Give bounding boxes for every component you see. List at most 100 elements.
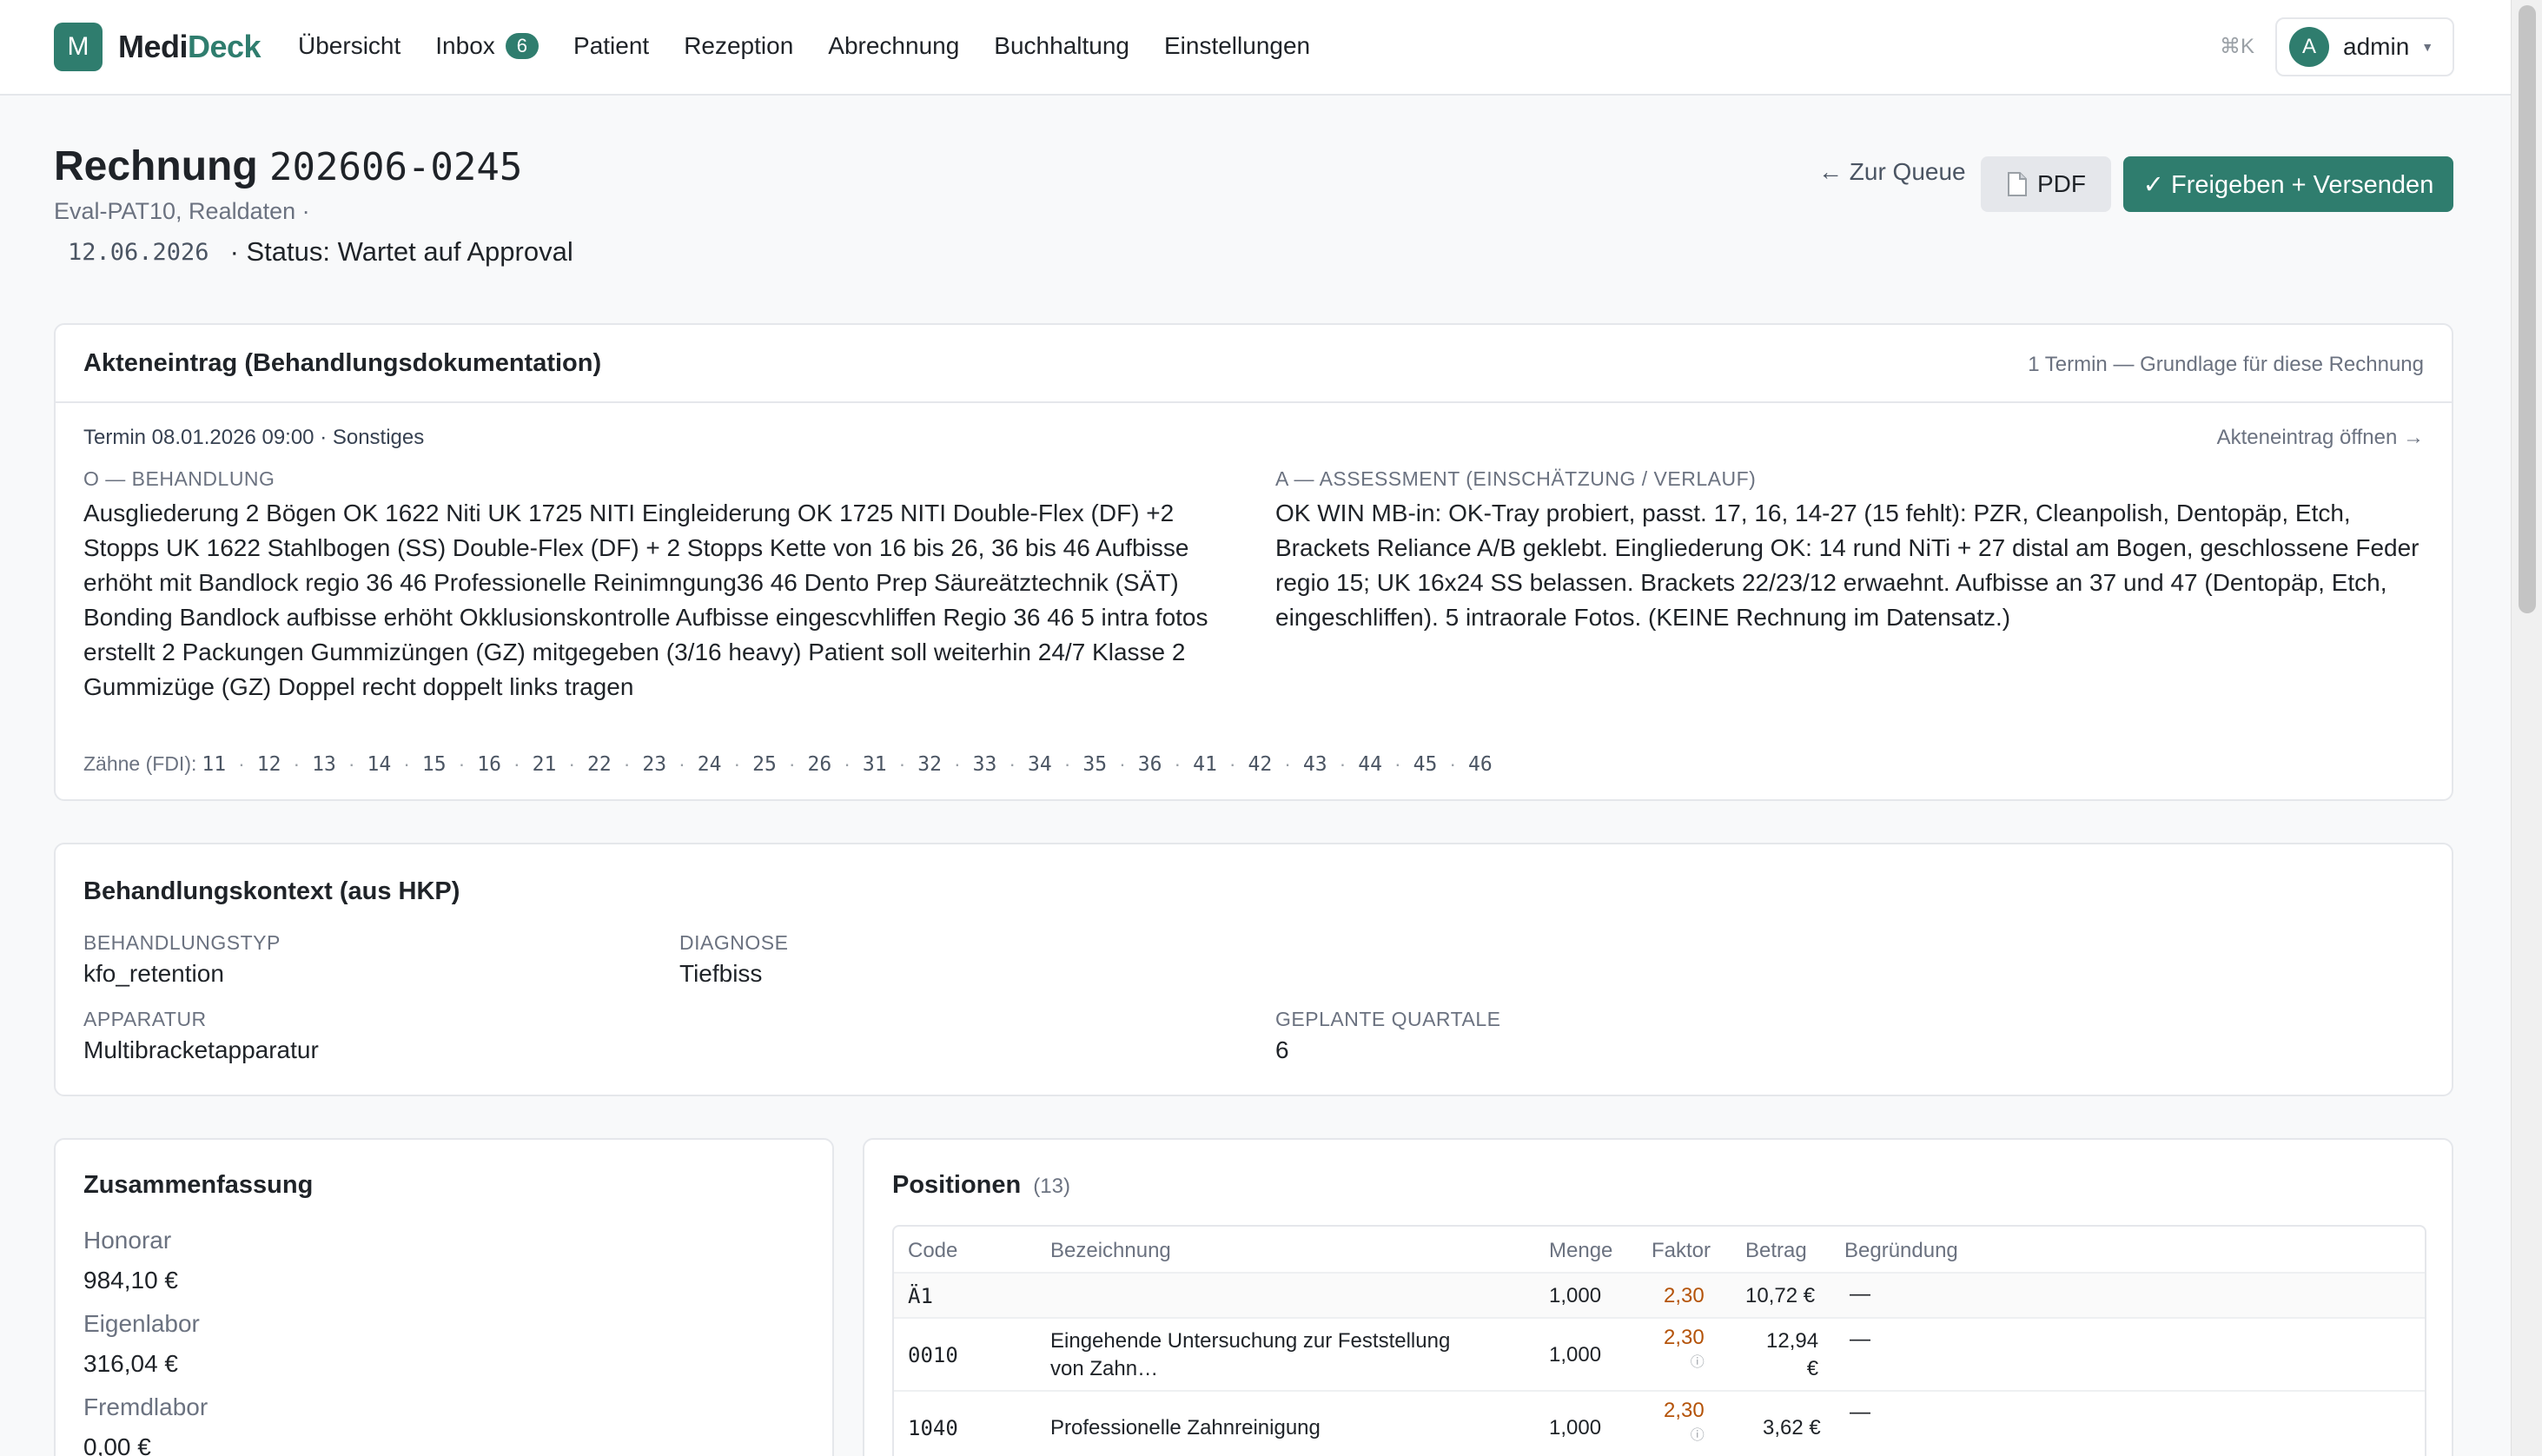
main-nav: Übersicht Inbox 6 Patient Rezeption Abre… [298, 26, 1345, 66]
info-icon[interactable]: ⓘ [1664, 1350, 1705, 1371]
column-header-faktor[interactable]: Faktor [1652, 1239, 1711, 1263]
cell-menge: 1,000 [1549, 1416, 1602, 1439]
cell-begruendung[interactable]: — [1850, 1282, 1870, 1307]
nav-item-rezeption[interactable]: Rezeption [684, 26, 793, 66]
record-entry-card: Akteneintrag (Behandlungsdokumentation) … [54, 323, 2453, 801]
cell-code: Ä1 [908, 1284, 933, 1308]
page-scrollbar[interactable] [2511, 0, 2542, 1456]
cell-faktor[interactable]: 2,30 ⓘ [1664, 1399, 1705, 1444]
tooth-number: 14 [367, 753, 392, 776]
field-label: APPARATUR [83, 1008, 207, 1030]
tooth-number: 43 [1302, 753, 1327, 776]
nav-item-inbox[interactable]: Inbox 6 [435, 26, 540, 66]
cell-code: 1040 [908, 1416, 958, 1440]
assessment-label: A — ASSESSMENT (EINSCHÄTZUNG / VERLAUF) [1275, 467, 1757, 490]
tooth-number: 42 [1248, 753, 1273, 776]
cell-begruendung[interactable]: — [1850, 1400, 1870, 1425]
tooth-separator: · [513, 752, 520, 775]
table-row[interactable]: 1040 Professionelle Zahnreinigung 1,000 … [894, 1392, 2425, 1456]
treatment-context-title: Behandlungskontext (aus HKP) [83, 877, 460, 905]
cell-faktor[interactable]: 2,30 [1664, 1284, 1705, 1308]
cell-bezeichnung-line: Eingehende Untersuchung zur Feststellung [1050, 1329, 1451, 1353]
avatar: A [2289, 27, 2329, 67]
column-header-menge[interactable]: Menge [1549, 1239, 1612, 1263]
summary-fremdlabor: Fremdlabor 0,00 € [83, 1393, 208, 1456]
record-entry-header: Akteneintrag (Behandlungsdokumentation) … [56, 325, 2452, 403]
tooth-separator: · [568, 752, 575, 775]
tooth-separator: · [1063, 752, 1071, 775]
record-entry-title: Akteneintrag (Behandlungsdokumentation) [83, 349, 602, 377]
field-value: 6 [1275, 1036, 1289, 1063]
tooth-separator: · [348, 752, 355, 775]
nav-item-inbox-label: Inbox [435, 32, 495, 59]
table-header-row: Code Bezeichnung Menge Faktor Betrag Beg… [894, 1227, 2425, 1274]
brand[interactable]: M MediDeck [54, 23, 261, 71]
tooth-separator: · [238, 752, 245, 775]
nav-item-abrechnung[interactable]: Abrechnung [828, 26, 959, 66]
cell-betrag: 10,72 € [1745, 1284, 1816, 1307]
page-title: Rechnung 202606-0245 [54, 142, 522, 190]
positions-table: Code Bezeichnung Menge Faktor Betrag Beg… [892, 1225, 2426, 1456]
brand-name: MediDeck [118, 29, 261, 65]
tooth-number: 16 [477, 753, 501, 776]
user-menu-button[interactable]: A admin ▼ [2275, 17, 2454, 76]
table-row[interactable]: Ä1 1,000 2,30 10,72 € — [894, 1274, 2425, 1319]
field-diagnose: DIAGNOSE Tiefbiss [679, 931, 788, 988]
tooth-separator: · [1228, 752, 1236, 775]
tooth-number: 45 [1413, 753, 1438, 776]
field-label: GEPLANTE QUARTALE [1275, 1008, 1501, 1030]
tooth-number: 21 [532, 753, 557, 776]
cell-menge: 1,000 [1549, 1343, 1602, 1367]
field-value: Tiefbiss [679, 960, 763, 987]
summary-card: Zusammenfassung Honorar 984,10 € Eigenla… [54, 1138, 834, 1456]
tooth-number: 23 [642, 753, 667, 776]
treatment-text: Ausgliederung 2 Bögen OK 1622 Niti UK 17… [83, 500, 1208, 700]
tooth-number: 11 [202, 753, 227, 776]
cell-bezeichnung-line: von Zahn… [1050, 1357, 1159, 1380]
teeth-values: 11 · 12 · 13 · 14 · 15 · 16 · 21 · 22 · 23 · 24 · 25 · 26 · 31 · 3… [202, 752, 1492, 776]
record-entry-note: 1 Termin — Grundlage für diese Rechnung [2028, 353, 2424, 376]
info-icon[interactable]: ⓘ [1664, 1423, 1705, 1444]
field-label: DIAGNOSE [679, 931, 789, 954]
date-status-line: 12.06.2026 · Status: Wartet auf Approval [54, 236, 573, 268]
nav-item-buchhaltung[interactable]: Buchhaltung [994, 26, 1129, 66]
open-record-entry-link[interactable]: Akteneintrag öffnen → [2217, 426, 2424, 450]
document-icon [2008, 172, 2027, 196]
tooth-separator: · [623, 752, 631, 775]
summary-eigenlabor: Eigenlabor 316,04 € [83, 1310, 200, 1378]
nav-item-uebersicht[interactable]: Übersicht [298, 26, 400, 66]
pdf-button[interactable]: PDF [1981, 156, 2111, 212]
table-row[interactable]: 0010 Eingehende Untersuchung zur Festste… [894, 1319, 2425, 1392]
cell-bezeichnung: Eingehende Untersuchung zur Feststellung… [1050, 1327, 1450, 1383]
teeth-list: Zähne (FDI): 11 · 12 · 13 · 14 · 15 · 16 · 21 · 22 · 23 ·… [83, 752, 1493, 776]
column-header-code[interactable]: Code [908, 1239, 957, 1263]
nav-item-einstellungen[interactable]: Einstellungen [1164, 26, 1310, 66]
tooth-number: 35 [1082, 753, 1108, 776]
cell-begruendung[interactable]: — [1850, 1327, 1870, 1352]
tooth-number: 31 [862, 753, 887, 776]
scrollbar-thumb[interactable] [2519, 5, 2536, 613]
treatment-label: O — BEHANDLUNG [83, 467, 275, 490]
nav-item-patient[interactable]: Patient [573, 26, 649, 66]
tooth-number: 24 [697, 753, 722, 776]
command-palette-shortcut[interactable]: ⌘K [2220, 34, 2254, 59]
top-navigation-bar: M MediDeck Übersicht Inbox 6 Patient Rez… [0, 0, 2511, 96]
column-header-begruendung[interactable]: Begründung [1844, 1239, 1958, 1263]
tooth-separator: · [898, 752, 906, 775]
tooth-separator: · [679, 752, 685, 775]
summary-title: Zusammenfassung [83, 1171, 314, 1199]
column-header-betrag[interactable]: Betrag [1745, 1239, 1807, 1263]
approve-and-send-button[interactable]: ✓ Freigeben + Versenden [2123, 156, 2453, 212]
column-header-bezeichnung[interactable]: Bezeichnung [1050, 1239, 1171, 1263]
cell-betrag-line: € [1806, 1357, 1819, 1380]
patient-subline: Eval-PAT10, Realdaten · [54, 198, 310, 224]
cell-faktor[interactable]: 2,30 ⓘ [1664, 1326, 1705, 1371]
tooth-separator: · [1284, 752, 1291, 775]
tooth-number: 32 [917, 753, 942, 776]
tooth-separator: · [953, 752, 961, 775]
back-to-queue-link[interactable]: ← Zur Queue [1818, 158, 1966, 186]
cell-betrag: 12,94 € [1766, 1327, 1818, 1383]
tooth-separator: · [293, 752, 301, 775]
tooth-separator: · [1393, 752, 1401, 775]
page-title-prefix: Rechnung [54, 143, 258, 189]
